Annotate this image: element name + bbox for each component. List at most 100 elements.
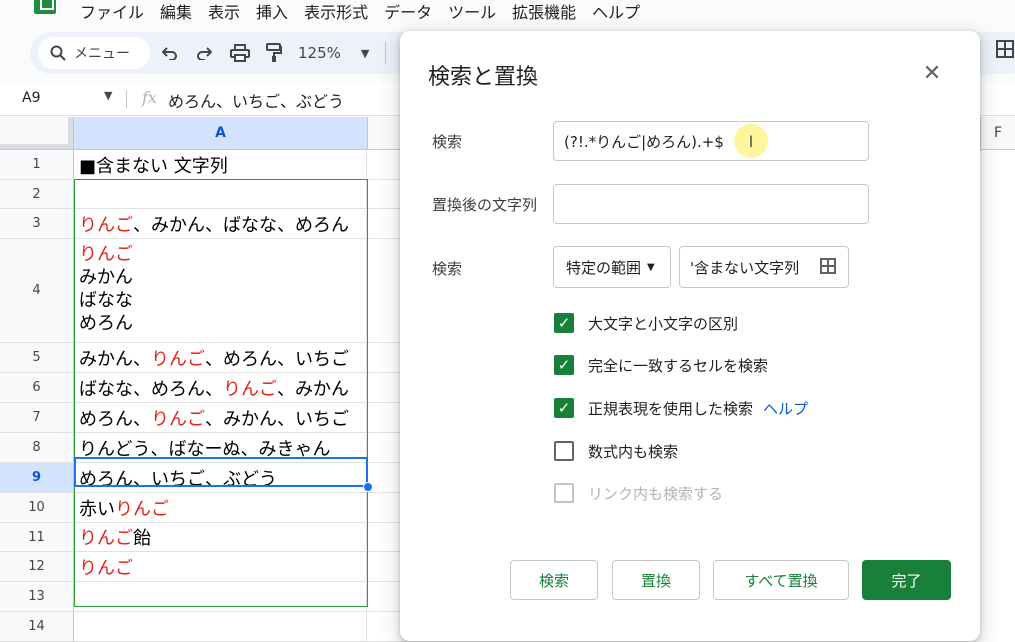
cell-a1[interactable]: ■含まない 文字列	[74, 150, 367, 180]
cell-text-line: りんご	[79, 244, 133, 265]
menu-format[interactable]: 表示形式	[304, 0, 368, 23]
done-button[interactable]: 完了	[862, 560, 951, 600]
cell-text-line: ばなな	[79, 290, 133, 311]
fill-handle[interactable]	[363, 482, 373, 492]
option-label: 大文字と小文字の区別	[588, 314, 739, 333]
toolbar-divider	[385, 42, 386, 64]
row-header[interactable]: 5	[0, 343, 74, 373]
checkbox-unchecked-icon[interactable]	[554, 441, 574, 461]
checkbox-checked-icon[interactable]: ✓	[554, 355, 574, 375]
row-header[interactable]: 11	[0, 523, 74, 552]
row-header[interactable]: 7	[0, 403, 74, 433]
column-header-a[interactable]: A	[74, 117, 368, 150]
regex-help-link[interactable]: ヘルプ	[763, 398, 808, 419]
cell-a6[interactable]: ばなな、めろん、 りんご 、みかん	[74, 373, 367, 403]
cell-a3[interactable]: りんご 、みかん、ばなな、めろん	[74, 209, 367, 239]
search-icon	[50, 45, 66, 61]
replace-button[interactable]: 置換	[612, 560, 700, 600]
column-header-f[interactable]: F	[980, 117, 1015, 150]
cell-a14[interactable]	[74, 612, 367, 642]
menu-extensions[interactable]: 拡張機能	[512, 0, 576, 23]
cell-text-line: みかん	[79, 267, 133, 288]
close-icon[interactable]: ✕	[920, 61, 944, 86]
cell-a10[interactable]: 赤い りんご	[74, 493, 367, 523]
border-icon[interactable]	[975, 40, 1015, 62]
menu-search-label: メニュー	[74, 46, 130, 62]
cell-a11[interactable]: りんご飴	[74, 523, 367, 552]
menu-items: ファイル 編集 表示 挿入 表示形式 データ ツール 拡張機能 ヘルプ	[80, 0, 640, 23]
paint-format-icon[interactable]	[262, 41, 286, 65]
option-match-entire-cell[interactable]: ✓ 完全に一致するセルを検索	[554, 354, 768, 376]
find-input[interactable]: (?!.*りんご|めろん).+$	[553, 121, 869, 161]
cell-text-segment: りんどう、ばなーぬ、みきゃん	[79, 438, 331, 460]
row-header[interactable]: 6	[0, 373, 74, 403]
redo-icon[interactable]	[192, 41, 216, 65]
cell-text-segment: 、みかん	[277, 378, 349, 400]
cell-text-segment: ■含まない 文字列	[79, 155, 228, 177]
print-icon[interactable]	[228, 41, 252, 65]
cell-a4[interactable]: りんご みかん ばなな めろん	[74, 239, 367, 343]
cell-text-segment: りんご	[151, 348, 205, 370]
cell-text-segment: めろん、いちご、ぶどう	[79, 468, 277, 490]
menu-search-button[interactable]: メニュー	[38, 37, 150, 69]
select-range-grid-icon[interactable]	[820, 258, 836, 274]
cell-a12[interactable]: りんご	[74, 552, 367, 582]
row-header[interactable]: 2	[0, 180, 74, 209]
zoom-value: 125%	[298, 44, 341, 62]
menu-bar: ファイル 編集 表示 挿入 表示形式 データ ツール 拡張機能 ヘルプ	[0, 0, 1015, 26]
cell-text-segment: ばなな、めろん、	[79, 378, 223, 400]
menu-data[interactable]: データ	[384, 0, 432, 23]
replace-input[interactable]	[553, 184, 869, 224]
find-replace-dialog: 検索と置換 ✕ 検索 (?!.*りんご|めろん).+$ I 置換後の文字列 検索…	[400, 31, 980, 641]
scope-select[interactable]: 特定の範囲 ▼	[553, 246, 671, 288]
range-input[interactable]: '含まない文字列	[679, 246, 849, 288]
zoom-select[interactable]: 125% ▼	[298, 41, 369, 65]
cell-text-segment: 、めろん、いちご	[205, 348, 349, 370]
find-button[interactable]: 検索	[510, 560, 598, 600]
row-header[interactable]: 1	[0, 150, 74, 180]
row-header[interactable]: 4	[0, 239, 74, 343]
row-header[interactable]: 8	[0, 433, 74, 463]
name-box[interactable]: A9	[22, 90, 40, 106]
sheets-logo-icon[interactable]	[34, 0, 56, 14]
cell-text-segment: 飴	[133, 528, 151, 549]
cell-a2[interactable]	[74, 180, 367, 209]
formula-input[interactable]: めろん、いちご、ぶどう	[168, 88, 344, 112]
cell-text-segment: りんご	[79, 214, 133, 236]
menu-edit[interactable]: 編集	[160, 0, 192, 23]
select-all-corner[interactable]	[0, 117, 74, 150]
menu-help[interactable]: ヘルプ	[592, 0, 640, 23]
option-search-links: リンク内も検索する	[554, 482, 723, 504]
menu-insert[interactable]: 挿入	[256, 0, 288, 23]
option-regex[interactable]: ✓ 正規表現を使用した検索 ヘルプ	[554, 397, 808, 419]
option-label: 正規表現を使用した検索	[588, 399, 754, 418]
menu-file[interactable]: ファイル	[80, 0, 144, 23]
option-search-formulas[interactable]: 数式内も検索	[554, 440, 678, 462]
row-header[interactable]: 14	[0, 612, 74, 642]
cell-a5[interactable]: みかん、 りんご 、めろん、いちご	[74, 343, 367, 373]
option-label: リンク内も検索する	[588, 484, 724, 503]
row-header[interactable]: 12	[0, 552, 74, 582]
range-value: '含まない文字列	[690, 258, 800, 277]
undo-icon[interactable]	[158, 41, 182, 65]
row-header[interactable]: 9	[0, 463, 74, 493]
cell-a13[interactable]	[74, 582, 367, 612]
menu-view[interactable]: 表示	[208, 0, 240, 23]
chevron-down-icon: ▼	[360, 46, 370, 60]
row-header[interactable]: 13	[0, 582, 74, 612]
menu-tools[interactable]: ツール	[448, 0, 496, 23]
option-label: 完全に一致するセルを検索	[588, 356, 769, 375]
checkbox-checked-icon[interactable]: ✓	[554, 313, 574, 333]
checkbox-disabled-icon	[554, 483, 574, 503]
cell-a7[interactable]: めろん、 りんご 、みかん、いちご	[74, 403, 367, 433]
cell-a9[interactable]: めろん、いちご、ぶどう	[74, 463, 367, 493]
cell-a8[interactable]: りんどう、ばなーぬ、みきゃん	[74, 433, 367, 463]
row-header[interactable]: 3	[0, 209, 74, 239]
chevron-down-icon[interactable]: ▼	[104, 89, 112, 102]
option-match-case[interactable]: ✓ 大文字と小文字の区別	[554, 312, 738, 334]
replace-all-button[interactable]: すべて置換	[713, 560, 849, 600]
checkbox-checked-icon[interactable]: ✓	[554, 398, 574, 418]
cell-text-segment: 、みかん、ばなな、めろん	[133, 214, 349, 236]
cell-text-segment: みかん、	[79, 348, 151, 370]
row-header[interactable]: 10	[0, 493, 74, 523]
